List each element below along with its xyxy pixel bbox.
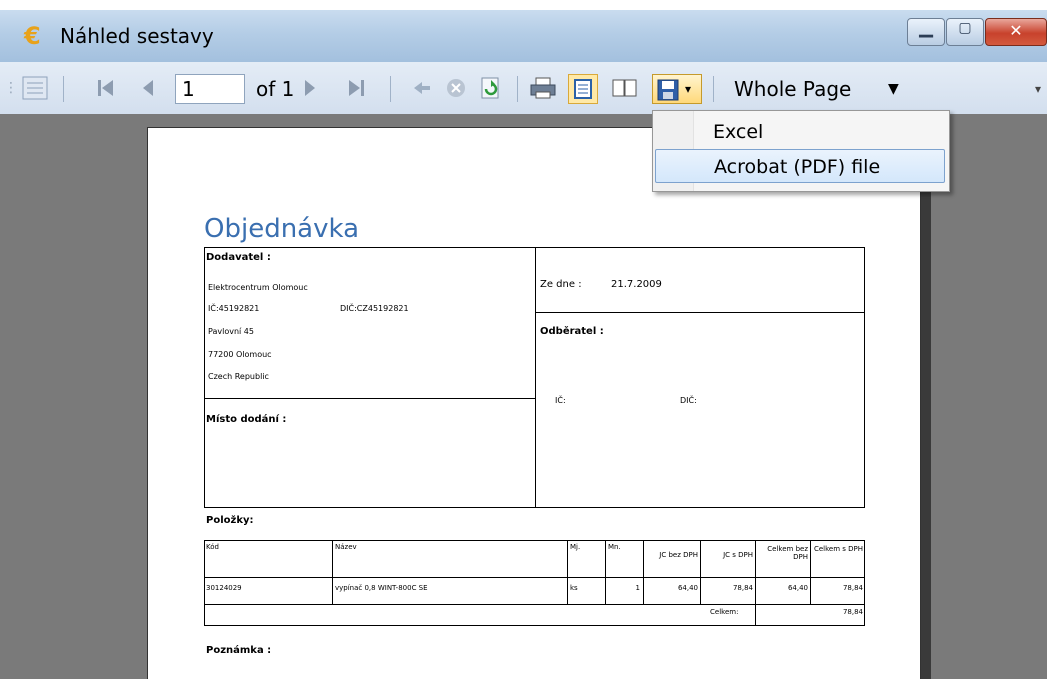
page-setup-icon: [574, 79, 592, 99]
menu-item-pdf[interactable]: Acrobat (PDF) file: [655, 149, 945, 183]
export-save-icon: [657, 79, 679, 101]
total-value: 78,84: [842, 608, 863, 616]
delivery-label: Místo dodání :: [206, 414, 287, 425]
toolbar-separator: [390, 76, 391, 102]
table-rule: [810, 540, 811, 604]
col-header: Kód: [206, 543, 219, 551]
table-rule: [755, 540, 756, 626]
next-page-icon[interactable]: [302, 78, 318, 110]
export-button[interactable]: ▾: [652, 74, 702, 104]
back-icon[interactable]: [412, 79, 432, 111]
menu-item-excel[interactable]: Excel: [655, 115, 945, 149]
note-label: Poznámka :: [206, 645, 272, 656]
maximize-button[interactable]: ▢: [946, 18, 984, 46]
table-rule: [643, 540, 644, 604]
table-cell: 78,84: [732, 584, 753, 592]
supplier-ic: IČ:45192821: [208, 304, 260, 313]
table-cell: 30124029: [206, 584, 242, 592]
refresh-icon[interactable]: [480, 77, 502, 109]
euro-icon: €: [24, 22, 41, 50]
window-title: Náhled sestavy: [60, 24, 214, 48]
table-rule: [332, 540, 333, 604]
table-rule: [700, 540, 701, 604]
first-page-icon[interactable]: [96, 78, 116, 110]
page-shadow: [921, 136, 931, 679]
supplier-label: Dodavatel :: [206, 252, 271, 263]
page-view-button[interactable]: [568, 74, 598, 104]
header-divider: [204, 398, 535, 399]
table-cell: vypínač 0,8 WINT-800C SE: [335, 584, 428, 592]
table-cell: 64,40: [787, 584, 808, 592]
page-count-label: of 1: [256, 77, 295, 101]
supplier-city: 77200 Olomouc: [208, 350, 272, 359]
date-value: 21.7.2009: [611, 279, 662, 290]
col-header: JC s DPH: [723, 551, 753, 559]
customer-dic: DIČ:: [680, 396, 697, 405]
export-dropdown-menu: Excel Acrobat (PDF) file: [652, 110, 950, 192]
minimize-icon: ▁: [919, 17, 933, 38]
header-divider: [535, 247, 536, 508]
minimize-button[interactable]: ▁: [907, 17, 945, 46]
group-tree-icon[interactable]: [22, 76, 48, 108]
date-label: Ze dne :: [540, 279, 582, 290]
print-icon[interactable]: [530, 77, 556, 109]
chevron-down-icon: ▾: [685, 82, 692, 96]
previous-page-icon[interactable]: [140, 78, 156, 110]
toolbar-separator: [517, 76, 518, 102]
close-icon: ✕: [1009, 21, 1023, 40]
header-divider: [535, 312, 865, 313]
page-number-input[interactable]: 1: [175, 74, 245, 104]
col-header: Mn.: [608, 543, 621, 551]
table-cell: 78,84: [842, 584, 863, 592]
toolbar-separator: [713, 76, 714, 102]
table-rule: [204, 604, 865, 605]
table-rule: [204, 577, 865, 578]
close-button[interactable]: ✕: [985, 18, 1047, 46]
supplier-country: Czech Republic: [208, 372, 269, 381]
supplier-name: Elektrocentrum Olomouc: [208, 283, 308, 292]
multi-page-icon[interactable]: [612, 78, 638, 110]
stop-icon[interactable]: [446, 78, 466, 110]
supplier-dic: DIČ:CZ45192821: [340, 304, 409, 313]
table-cell: 1: [635, 584, 640, 592]
table-cell: ks: [570, 584, 578, 592]
col-header: Celkem bez DPH: [767, 545, 808, 561]
report-toolbar: ⋮ 1 of 1 ▾ Whole Page ▼ ▾: [0, 62, 1047, 115]
items-label: Položky:: [206, 515, 254, 526]
report-preview-window: € Náhled sestavy ▁ ▢ ✕ ⋮ 1 of 1 ▾ Whole …: [0, 0, 1047, 679]
toolbar-grip-icon: ⋮: [4, 80, 18, 96]
total-label: Celkem:: [710, 608, 739, 616]
maximize-icon: ▢: [958, 20, 972, 36]
toolbar-separator: [63, 76, 64, 102]
col-header: Celkem s DPH: [813, 545, 863, 553]
col-header: Název: [335, 543, 357, 551]
col-header: Mj.: [570, 543, 581, 551]
table-cell: 64,40: [677, 584, 698, 592]
table-rule: [567, 540, 568, 604]
col-header: JC bez DPH: [659, 551, 698, 559]
customer-label: Odběratel :: [540, 326, 604, 337]
title-bar[interactable]: € Náhled sestavy ▁ ▢ ✕: [0, 10, 1047, 62]
last-page-icon[interactable]: [346, 78, 366, 110]
customer-ic: IČ:: [555, 396, 566, 405]
supplier-street: Pavlovní 45: [208, 327, 254, 336]
zoom-select[interactable]: Whole Page: [734, 74, 851, 104]
zoom-dropdown-icon[interactable]: ▼: [888, 74, 899, 104]
toolbar-overflow-icon[interactable]: ▾: [1035, 82, 1041, 96]
table-rule: [605, 540, 606, 604]
document-title: Objednávka: [204, 214, 360, 244]
